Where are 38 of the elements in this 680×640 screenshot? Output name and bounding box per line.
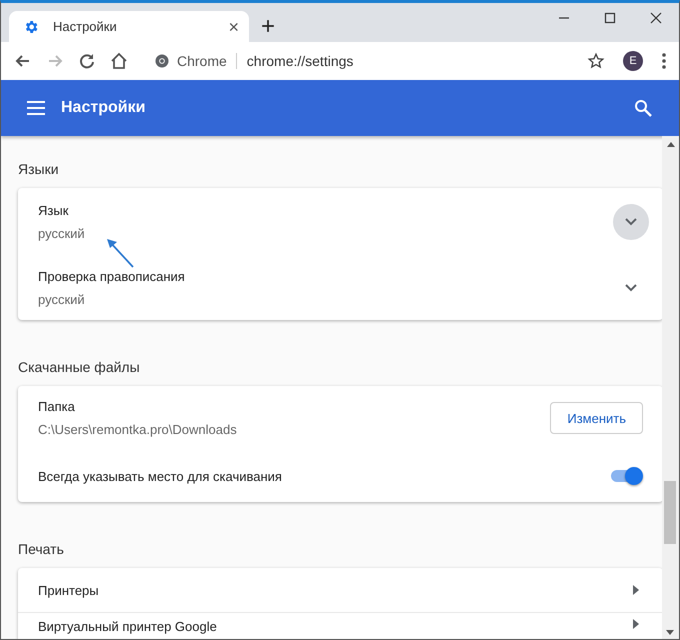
triangle-right-icon[interactable] bbox=[633, 585, 639, 595]
setting-value: русский bbox=[38, 292, 86, 307]
setting-label: Язык bbox=[38, 203, 70, 218]
setting-label: Всегда указывать место для скачивания bbox=[38, 468, 283, 484]
scroll-down-icon[interactable] bbox=[666, 630, 674, 635]
section-title: Скачанные файлы bbox=[17, 358, 141, 377]
setting-label: Проверка правописания bbox=[38, 269, 186, 284]
home-icon[interactable] bbox=[109, 51, 129, 71]
toggle-switch[interactable] bbox=[609, 466, 643, 486]
gear-icon bbox=[23, 18, 39, 34]
scrollbar-thumb[interactable] bbox=[664, 481, 676, 544]
scrollbar[interactable] bbox=[662, 136, 679, 639]
close-tab-button[interactable]: × bbox=[228, 18, 239, 36]
star-icon[interactable] bbox=[587, 52, 605, 70]
scroll-up-icon[interactable] bbox=[666, 142, 674, 147]
site-label: Chrome bbox=[177, 53, 237, 69]
search-icon[interactable] bbox=[634, 99, 652, 117]
tab-title: Настройки bbox=[53, 19, 118, 34]
triangle-right-icon[interactable] bbox=[633, 619, 639, 629]
section-title: Языки bbox=[17, 160, 60, 179]
chevron-down-icon bbox=[625, 284, 637, 292]
page-title: Настройки bbox=[61, 99, 146, 117]
browser-tab[interactable]: Настройки × bbox=[9, 11, 249, 42]
setting-value: русский bbox=[38, 226, 86, 241]
profile-avatar[interactable]: E bbox=[623, 51, 643, 71]
section-title: Печать bbox=[17, 540, 65, 559]
chevron-down-icon bbox=[625, 218, 637, 226]
address-field[interactable]: chrome://settings bbox=[236, 53, 354, 69]
change-button[interactable]: Изменить bbox=[550, 402, 643, 434]
menu-icon[interactable] bbox=[27, 101, 45, 115]
chrome-logo-icon bbox=[155, 54, 169, 68]
setting-label: Виртуальный принтер Google bbox=[38, 619, 218, 634]
more-menu-icon[interactable] bbox=[661, 52, 667, 70]
setting-label: Принтеры bbox=[38, 582, 100, 598]
new-tab-button[interactable]: + bbox=[261, 15, 276, 39]
arrow-icon bbox=[105, 237, 135, 269]
setting-label: Папка bbox=[38, 399, 76, 414]
setting-value: C:\Users\remontka.pro\Downloads bbox=[38, 422, 238, 437]
